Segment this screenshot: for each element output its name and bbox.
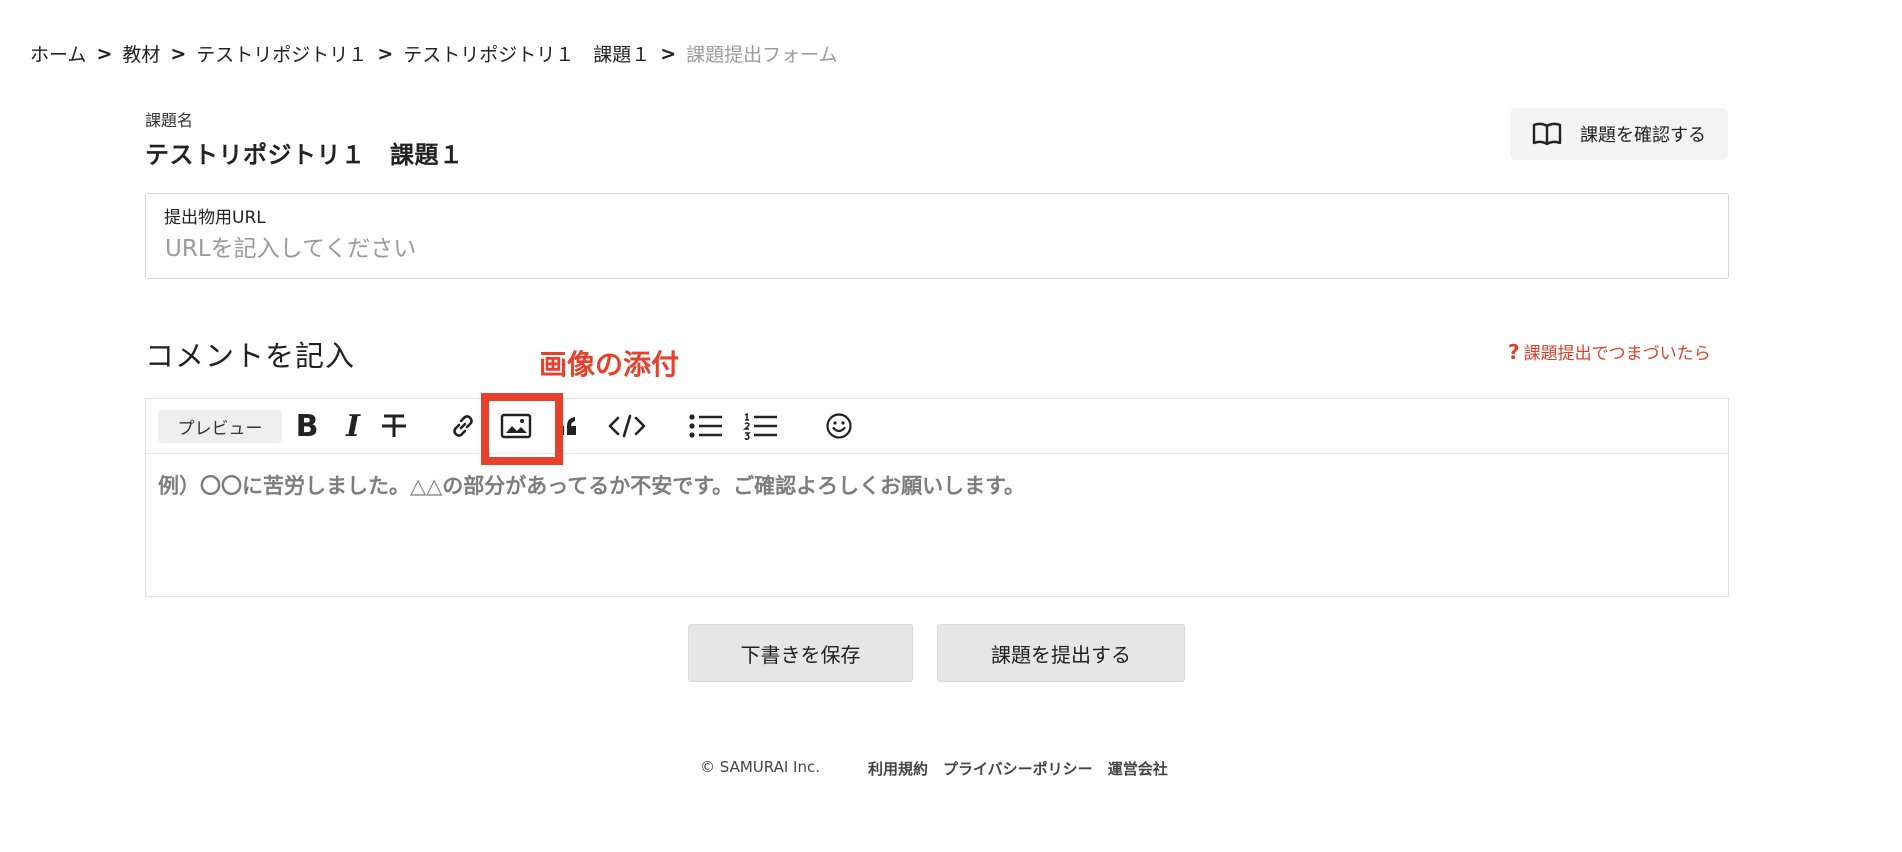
breadcrumb-materials[interactable]: 教材: [122, 40, 160, 67]
comment-editor: プレビュー B I: [145, 398, 1729, 597]
url-input[interactable]: [163, 228, 1667, 270]
confirm-assignment-button[interactable]: 課題を確認する: [1510, 108, 1728, 160]
footer-link-privacy[interactable]: プライバシーポリシー: [943, 758, 1093, 779]
italic-icon[interactable]: I: [338, 407, 368, 445]
help-link[interactable]: ? 課題提出でつまづいたら: [1508, 339, 1711, 365]
breadcrumb-assignment[interactable]: テストリポジトリ１ 課題１: [403, 40, 650, 67]
breadcrumb-separator: >: [170, 42, 187, 65]
breadcrumb-separator: >: [377, 42, 394, 65]
breadcrumb-separator: >: [96, 42, 113, 65]
submit-assignment-button[interactable]: 課題を提出する: [937, 624, 1185, 682]
save-draft-button[interactable]: 下書きを保存: [688, 624, 913, 682]
confirm-assignment-label: 課題を確認する: [1580, 125, 1706, 146]
footer-link-terms[interactable]: 利用規約: [868, 758, 928, 779]
question-icon: ?: [1508, 339, 1520, 364]
preview-button[interactable]: プレビュー: [158, 410, 282, 443]
code-icon[interactable]: [606, 407, 648, 445]
breadcrumb-repository[interactable]: テストリポジトリ１: [196, 40, 367, 67]
strikethrough-icon[interactable]: [379, 407, 409, 445]
breadcrumb-home[interactable]: ホーム: [30, 40, 86, 67]
comment-heading: コメントを記入: [145, 339, 356, 373]
book-icon: [1532, 122, 1562, 146]
numbered-list-icon[interactable]: [742, 407, 780, 445]
link-icon[interactable]: [446, 407, 480, 445]
footer: © SAMURAI Inc. 利用規約 プライバシーポリシー 運営会社: [700, 758, 1183, 779]
copyright: © SAMURAI Inc.: [700, 758, 820, 776]
breadcrumb: ホーム > 教材 > テストリポジトリ１ > テストリポジトリ１ 課題１ > 課…: [30, 40, 838, 67]
image-icon[interactable]: [498, 407, 534, 445]
quote-icon[interactable]: [551, 407, 581, 445]
breadcrumb-current: 課題提出フォーム: [686, 44, 838, 66]
bullet-list-icon[interactable]: [687, 407, 725, 445]
footer-link-company[interactable]: 運営会社: [1108, 758, 1168, 779]
breadcrumb-separator: >: [660, 42, 677, 65]
image-attach-annotation: 画像の添付: [539, 348, 680, 381]
url-field-container: 提出物用URL: [145, 193, 1729, 279]
assignment-label: 課題名: [145, 111, 194, 130]
assignment-title: テストリポジトリ１ 課題１: [145, 141, 464, 169]
help-link-label: 課題提出でつまづいたら: [1523, 344, 1711, 364]
editor-toolbar: プレビュー B I: [146, 399, 1728, 454]
bold-icon[interactable]: B: [292, 407, 322, 445]
emoji-icon[interactable]: [823, 407, 855, 445]
comment-textarea[interactable]: [146, 454, 1728, 596]
url-field-label: 提出物用URL: [164, 208, 266, 228]
